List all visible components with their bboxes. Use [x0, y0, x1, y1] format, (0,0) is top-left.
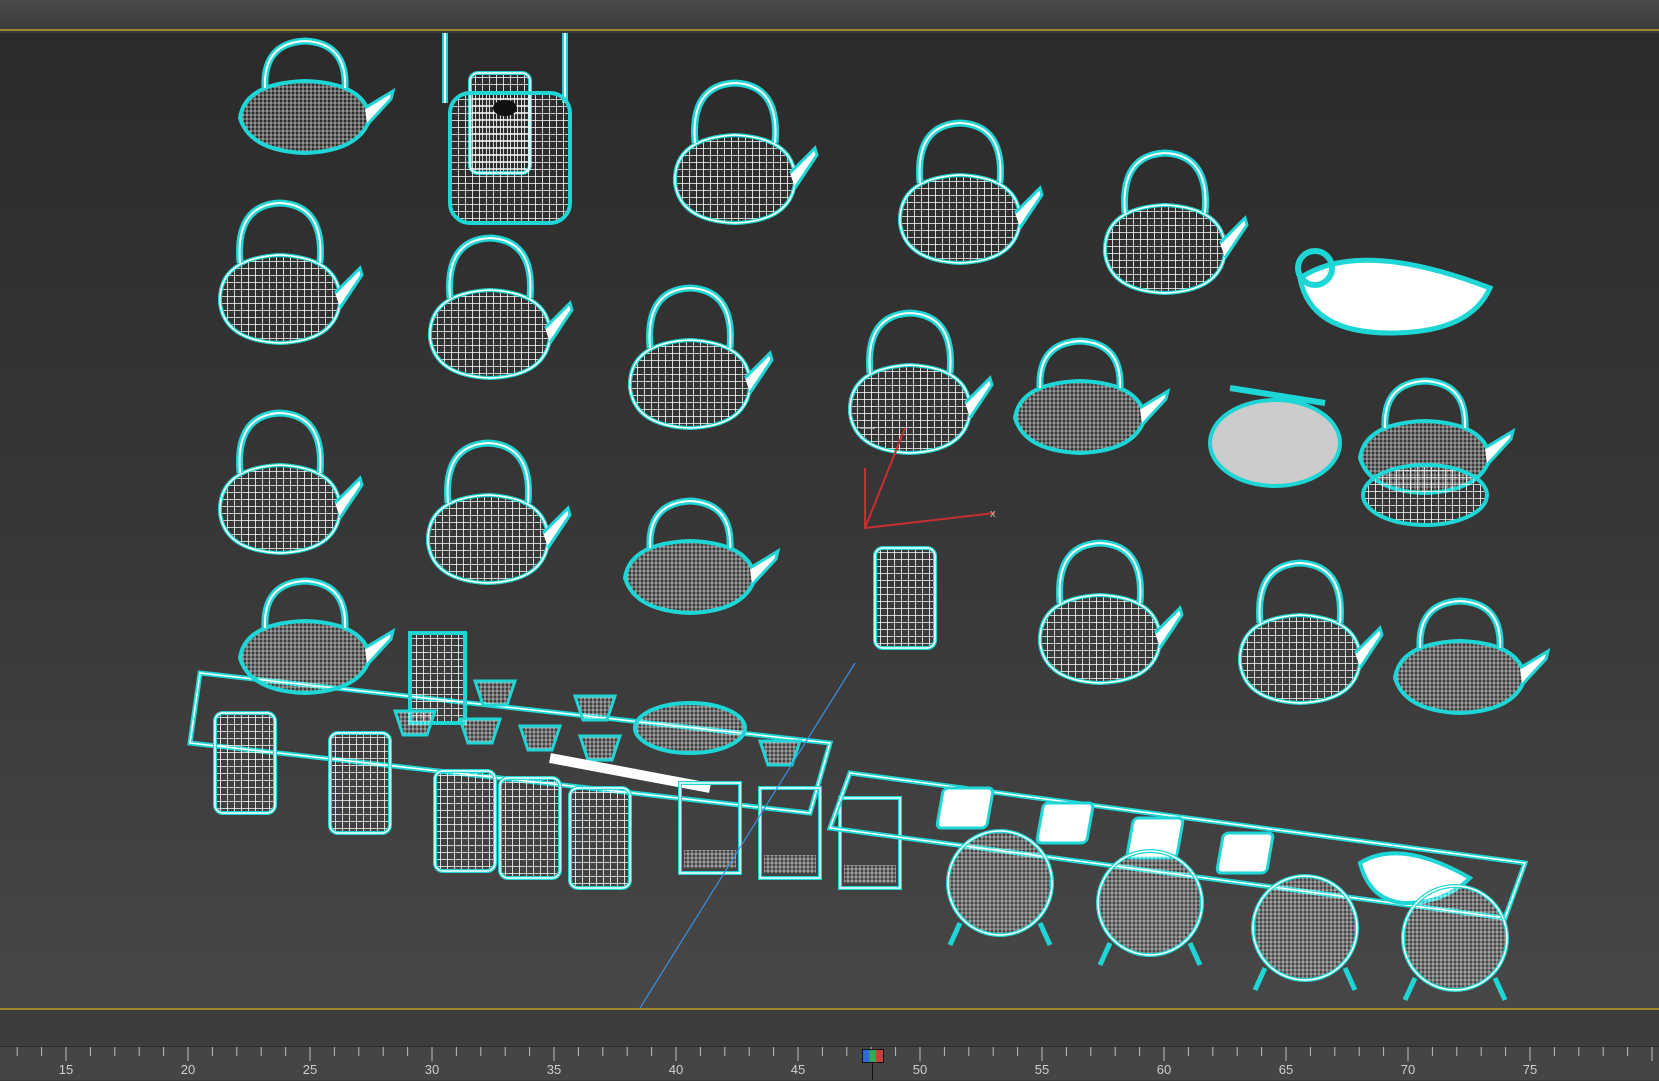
timeline-tick-label: 45 [790, 1062, 806, 1077]
timeline-tick-label: 20 [180, 1062, 196, 1077]
track-bar-area[interactable] [0, 1010, 1659, 1046]
timeline-tick-label: 65 [1278, 1062, 1294, 1077]
time-slider-indicator [872, 1062, 873, 1080]
svg-text:x: x [990, 508, 996, 520]
timeline-tick-label: 40 [668, 1062, 684, 1077]
timeline-tick-label: 50 [912, 1062, 928, 1077]
timeline-tick-label: 60 [1156, 1062, 1172, 1077]
timeline-tick-label: 55 [1034, 1062, 1050, 1077]
timeline-tick-label: 25 [302, 1062, 318, 1077]
timeline-tick-label: 15 [58, 1062, 74, 1077]
timeline-tick-label: 35 [546, 1062, 562, 1077]
teapot-object [240, 41, 393, 153]
timeline-tick-label: 30 [424, 1062, 440, 1077]
timeline-tick-label: 75 [1522, 1062, 1538, 1077]
viewport-title-bar [0, 0, 1659, 31]
timeline-tick-label: 70 [1400, 1062, 1416, 1077]
scene-objects: x [187, 33, 1659, 1008]
perspective-viewport[interactable]: x [0, 33, 1659, 1008]
time-slider[interactable] [862, 1049, 884, 1063]
